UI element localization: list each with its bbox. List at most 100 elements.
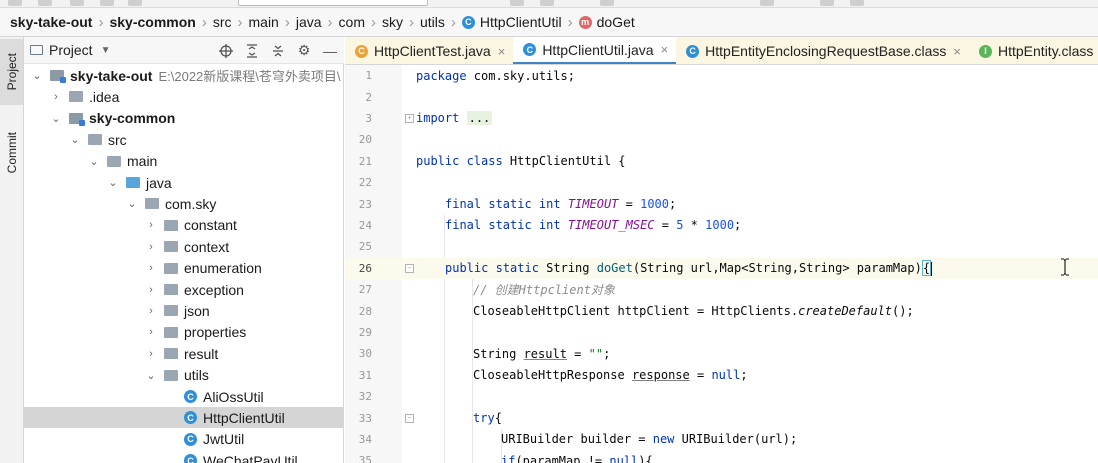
project-panel-title: Project [49,42,93,58]
package-icon [164,284,178,295]
expand-all-icon[interactable] [244,43,260,59]
package-icon [164,369,178,381]
code-line: 24 final static int TIMEOUT_MSEC = 5 * 1… [345,215,1098,236]
class-icon: C [523,43,537,56]
chevron-right-icon: › [149,219,153,232]
tree-item-label: AliOssUtil [203,388,264,405]
code-text: if(paramMap != null){ [501,453,653,463]
tab-httpclientutil[interactable]: C HttpClientUtil.java × [513,37,677,64]
tree-item-constant[interactable]: › constant [24,215,344,236]
tree-item-utils[interactable]: ⌄ utils [24,365,344,386]
tree-item-src[interactable]: ⌄ src [24,129,344,150]
code-line: 28 CloseableHttpClient httpClient = Http… [345,300,1098,321]
breadcrumb-method-label: doGet [596,14,635,30]
chevron-right-icon: › [450,13,456,31]
gear-icon[interactable]: ⚙ [296,42,312,59]
close-icon[interactable]: × [498,44,506,59]
tree-item-idea[interactable]: › .idea [24,86,344,107]
fold-expand-icon[interactable]: + [405,113,414,123]
line-number: 34 [358,432,372,446]
breadcrumb-item-module[interactable]: sky-common [109,14,195,30]
chevron-down-icon: ⌄ [51,112,61,125]
tab-label: HttpClientUtil.java [542,41,654,58]
breadcrumb-item-com[interactable]: com [339,14,365,30]
tree-item-alioss-util[interactable]: C AliOssUtil [24,386,344,407]
tree-item-json[interactable]: › json [24,300,344,321]
tree-item-label: exception [184,281,244,298]
tree-item-jwt-util[interactable]: C JwtUtil [24,429,344,450]
tree-item-main[interactable]: ⌄ main [24,151,344,172]
module-folder-icon [69,112,85,126]
tab-httpentity[interactable]: I HttpEntity.class [969,37,1098,64]
tree-item-sky-common[interactable]: ⌄ sky-common [24,108,344,129]
code-editor[interactable]: 1 package com.sky.utils; 2 3 + import ..… [345,65,1098,463]
tree-item-result[interactable]: › result [24,343,344,364]
code-comment: // 创建Httpclient对象 [473,283,615,298]
tree-item-context[interactable]: › context [24,236,344,257]
tab-label: HttpEntity.class [998,43,1094,59]
tab-httpclienttest[interactable]: C HttpClientTest.java × [345,37,514,64]
code-line: 22 [345,172,1098,193]
project-view-selector[interactable]: Project ▼ [30,42,110,58]
code-text: import ... [416,111,493,126]
breadcrumb-item-method[interactable]: m doGet [578,14,635,30]
test-class-icon: C [355,44,368,58]
fold-collapse-icon[interactable]: − [405,413,414,423]
chevron-down-icon: ⌄ [127,198,137,211]
tree-item-com-sky[interactable]: ⌄ com.sky [24,193,344,214]
tree-item-properties[interactable]: › properties [24,322,344,343]
code-line: 31 CloseableHttpResponse response = null… [345,365,1098,386]
chevron-down-icon: ⌄ [108,177,118,189]
folder-icon [69,91,83,103]
minimize-icon[interactable]: — [322,43,338,59]
folder-icon [30,45,43,55]
project-tool-button[interactable]: Project [0,39,23,105]
tab-httpentityenclosingrequestbase[interactable]: C HttpEntityEnclosingRequestBase.class × [676,37,969,64]
tree-item-label: JwtUtil [203,431,245,448]
close-icon[interactable]: × [661,42,669,57]
code-line: 1 package com.sky.utils; [345,65,1098,86]
code-text: CloseableHttpResponse response = null; [473,368,748,383]
project-tree: ⌄ sky-take-out E:\2022新版课程\苍穹外卖项目\ › .id… [24,65,344,463]
tree-item-enumeration[interactable]: › enumeration [24,258,344,279]
chevron-right-icon: › [149,283,153,296]
tree-item-label: WeChatPayUtil [203,452,298,463]
tree-item-wechatpay-util[interactable]: C WeChatPayUtil [24,450,344,463]
tree-item-label: src [108,131,127,148]
code-line-current: 26 − public static String doGet(String u… [345,257,1098,279]
class-icon: C [184,454,197,463]
tree-item-java[interactable]: ⌄ java [24,172,344,193]
tree-item-sky-take-out[interactable]: ⌄ sky-take-out E:\2022新版课程\苍穹外卖项目\ [24,65,344,86]
breadcrumb-item-utils[interactable]: utils [420,14,445,30]
code-line: 2 [345,86,1098,107]
breadcrumb-item-src[interactable]: src [213,14,232,30]
chevron-right-icon: › [98,13,104,31]
source-folder-icon [126,177,140,188]
breadcrumb-item-main[interactable]: main [249,14,279,30]
commit-tool-label: Commit [4,132,19,174]
chevron-right-icon: › [284,13,290,31]
tree-item-exception[interactable]: › exception [24,279,344,300]
locate-icon[interactable] [218,43,234,59]
breadcrumb-item-java[interactable]: java [296,14,322,30]
code-line: 27 // 创建Httpclient对象 [345,279,1098,300]
chevron-down-icon: ⌄ [70,134,80,147]
tab-label: HttpEntityEnclosingRequestBase.class [705,43,947,59]
class-icon: C [184,390,197,403]
matched-brace: { [921,260,932,277]
breadcrumb-item-project[interactable]: sky-take-out [10,14,92,30]
tree-item-httpclient-util[interactable]: C HttpClientUtil [24,407,344,429]
tree-item-label: HttpClientUtil [203,409,285,426]
folded-imports[interactable]: ... [466,111,493,126]
chevron-right-icon: › [149,262,153,275]
fold-collapse-icon[interactable]: − [405,263,414,273]
close-icon[interactable]: × [953,44,961,59]
breadcrumb-item-sky[interactable]: sky [382,14,403,30]
breadcrumb-item-class[interactable]: C HttpClientUtil [461,14,562,30]
tree-item-label: json [184,302,210,319]
line-number: 28 [358,304,372,318]
collapse-all-icon[interactable] [270,43,286,59]
commit-tool-button[interactable]: Commit [0,121,23,185]
code-line: 3 + import ... [345,108,1098,129]
chevron-right-icon: › [149,347,153,360]
